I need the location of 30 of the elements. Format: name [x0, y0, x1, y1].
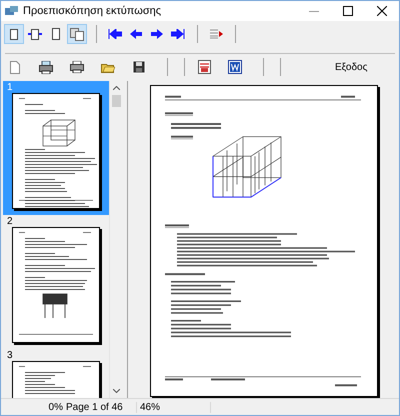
page-number: 3 — [7, 351, 14, 361]
zoom-level: 46% — [137, 402, 211, 412]
minimize-icon — [309, 10, 319, 12]
scroll-thumb[interactable] — [112, 95, 120, 107]
page-icon — [10, 28, 18, 40]
page-indicator: Page 1 of 46 — [66, 402, 137, 412]
first-page-icon — [108, 29, 122, 39]
maximize-icon — [343, 6, 353, 16]
page-arrow-icon — [210, 29, 222, 39]
two-pages-icon — [70, 28, 84, 40]
word-document-icon — [228, 60, 242, 74]
last-page-icon — [171, 29, 185, 39]
page-number: 2 — [7, 217, 14, 227]
close-icon — [377, 6, 387, 16]
toolbar-button[interactable] — [4, 24, 24, 44]
left-arrow-icon — [130, 29, 142, 39]
right-arrow-icon — [151, 29, 163, 39]
page-number: 1 — [7, 83, 14, 93]
window-title: Προεπισκόπηση εκτύπωσης — [23, 5, 162, 17]
toolbar-button[interactable] — [67, 24, 87, 44]
document-icon — [10, 60, 20, 74]
printer-icon — [70, 61, 84, 73]
folder-icon — [101, 62, 115, 72]
progress-text: 0% — [48, 402, 63, 412]
printer-icon — [39, 60, 53, 74]
page-icon — [52, 28, 60, 40]
page-width-icon — [28, 28, 42, 40]
app-icon — [5, 6, 18, 16]
pdf-document-icon — [198, 60, 210, 74]
exit-button[interactable]: Εξοδος — [329, 60, 374, 74]
